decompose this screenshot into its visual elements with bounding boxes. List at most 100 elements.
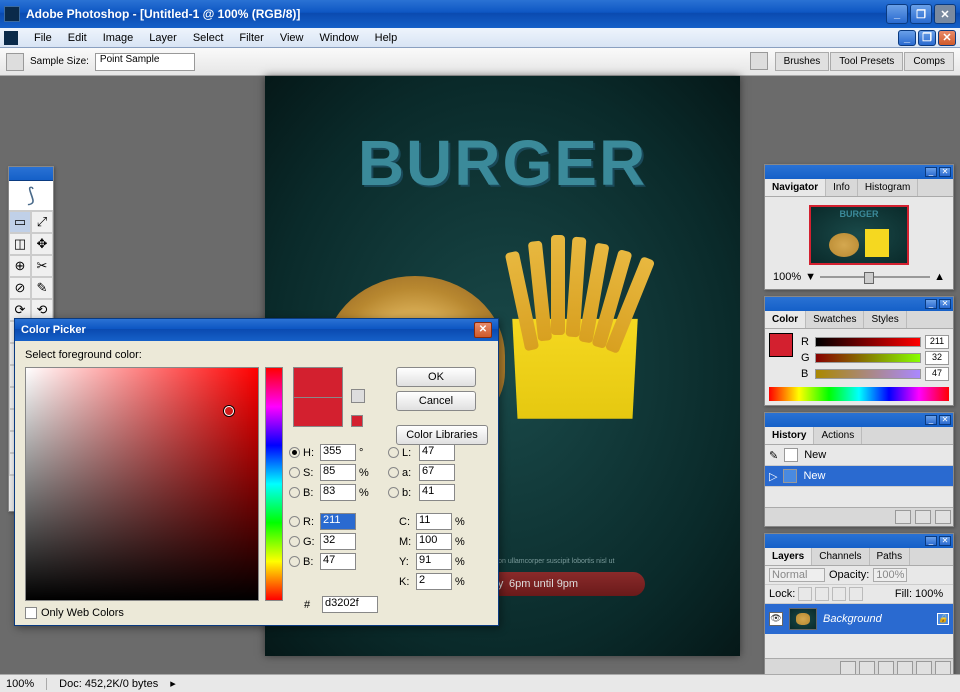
palette-header[interactable]: _✕ — [765, 534, 953, 548]
new-set-button[interactable] — [878, 661, 894, 675]
tool-0[interactable]: ▭ — [9, 211, 31, 233]
eyedropper-icon[interactable] — [6, 53, 24, 71]
blend-mode-dropdown[interactable]: Normal — [769, 568, 825, 582]
l-input[interactable]: 47 — [419, 444, 455, 461]
tab-actions[interactable]: Actions — [814, 427, 862, 444]
color-swatch[interactable] — [769, 333, 793, 357]
k-input[interactable]: 2 — [416, 573, 452, 590]
palette-minimize-button[interactable]: _ — [925, 415, 937, 425]
radio-g[interactable] — [289, 536, 300, 547]
snapshot-row[interactable]: ✎New — [765, 445, 953, 466]
lock-image-button[interactable] — [815, 587, 829, 601]
palette-well-icon[interactable] — [750, 52, 768, 70]
tool-3[interactable]: ✥ — [31, 233, 53, 255]
adjustment-button[interactable] — [897, 661, 913, 675]
visibility-icon[interactable]: 👁 — [769, 612, 783, 626]
hue-slider[interactable] — [265, 367, 283, 601]
dialog-titlebar[interactable]: Color Picker ✕ — [15, 319, 498, 341]
radio-bc[interactable] — [289, 556, 300, 567]
r-input[interactable]: 211 — [320, 513, 356, 530]
tab-info[interactable]: Info — [826, 179, 858, 196]
bv-input[interactable]: 83 — [320, 484, 356, 501]
radio-l[interactable] — [388, 447, 399, 458]
tool-6[interactable]: ⊘ — [9, 277, 31, 299]
warning-icon[interactable] — [351, 389, 365, 403]
g-input[interactable]: 32 — [320, 533, 356, 550]
close-button[interactable]: ✕ — [934, 4, 956, 24]
b-slider[interactable] — [815, 369, 921, 379]
history-state-row[interactable]: ▷New — [765, 466, 953, 487]
c-input[interactable]: 11 — [416, 513, 452, 530]
palette-header[interactable]: _✕ — [765, 413, 953, 427]
cancel-button[interactable]: Cancel — [396, 391, 476, 411]
lock-all-button[interactable] — [849, 587, 863, 601]
radio-bb[interactable] — [388, 487, 399, 498]
b-value[interactable]: 47 — [925, 367, 949, 381]
menu-view[interactable]: View — [272, 30, 312, 46]
fill-value[interactable]: 100% — [915, 588, 949, 600]
toolbox-header[interactable] — [9, 167, 53, 181]
radio-h[interactable] — [289, 447, 300, 458]
tab-layers[interactable]: Layers — [765, 548, 812, 565]
new-color-swatch[interactable] — [293, 367, 343, 397]
menu-select[interactable]: Select — [185, 30, 232, 46]
tab-histogram[interactable]: Histogram — [858, 179, 919, 196]
tab-comps[interactable]: Comps — [904, 52, 954, 71]
palette-close-button[interactable]: ✕ — [939, 167, 951, 177]
hex-input[interactable]: d3202f — [322, 596, 378, 613]
menu-file[interactable]: File — [26, 30, 60, 46]
zoom-slider[interactable] — [820, 276, 930, 278]
minimize-button[interactable]: _ — [886, 4, 908, 24]
palette-close-button[interactable]: ✕ — [939, 536, 951, 546]
palette-header[interactable]: _✕ — [765, 165, 953, 179]
radio-b[interactable] — [289, 487, 300, 498]
menu-edit[interactable]: Edit — [60, 30, 95, 46]
close-icon[interactable]: ✕ — [474, 322, 492, 338]
h-input[interactable]: 355 — [320, 444, 356, 461]
tab-channels[interactable]: Channels — [812, 548, 869, 565]
navigator-thumbnail[interactable] — [809, 205, 909, 265]
status-zoom[interactable]: 100% — [6, 678, 34, 690]
menu-image[interactable]: Image — [95, 30, 142, 46]
layer-row[interactable]: 👁 Background 🔒 — [765, 604, 953, 634]
tab-tool-presets[interactable]: Tool Presets — [830, 52, 903, 71]
menu-filter[interactable]: Filter — [231, 30, 271, 46]
ok-button[interactable]: OK — [396, 367, 476, 387]
bc-input[interactable]: 47 — [320, 553, 356, 570]
menu-window[interactable]: Window — [312, 30, 367, 46]
lock-position-button[interactable] — [832, 587, 846, 601]
new-layer-button[interactable] — [916, 661, 932, 675]
websafe-swatch[interactable] — [351, 415, 363, 427]
palette-minimize-button[interactable]: _ — [925, 299, 937, 309]
s-input[interactable]: 85 — [320, 464, 356, 481]
doc-minimize-button[interactable]: _ — [898, 30, 916, 46]
r-slider[interactable] — [815, 337, 921, 347]
old-color-swatch[interactable] — [293, 397, 343, 427]
tab-color[interactable]: Color — [765, 311, 806, 328]
doc-restore-button[interactable]: ❐ — [918, 30, 936, 46]
palette-close-button[interactable]: ✕ — [939, 299, 951, 309]
tool-5[interactable]: ✂ — [31, 255, 53, 277]
maximize-button[interactable]: ❐ — [910, 4, 932, 24]
palette-minimize-button[interactable]: _ — [925, 167, 937, 177]
palette-header[interactable]: _✕ — [765, 297, 953, 311]
new-snapshot-button[interactable] — [915, 510, 931, 524]
g-value[interactable]: 32 — [925, 351, 949, 365]
lock-transparent-button[interactable] — [798, 587, 812, 601]
tool-7[interactable]: ✎ — [31, 277, 53, 299]
status-arrow-icon[interactable]: ▸ — [170, 677, 176, 690]
tool-2[interactable]: ◫ — [9, 233, 31, 255]
radio-s[interactable] — [289, 467, 300, 478]
opacity-value[interactable]: 100% — [873, 568, 907, 582]
y-input[interactable]: 91 — [416, 553, 452, 570]
zoom-in-icon[interactable]: ▲ — [934, 271, 945, 283]
palette-close-button[interactable]: ✕ — [939, 415, 951, 425]
zoom-out-icon[interactable]: ▼ — [805, 271, 816, 283]
menu-layer[interactable]: Layer — [141, 30, 185, 46]
tab-navigator[interactable]: Navigator — [765, 179, 826, 196]
spectrum-ramp[interactable] — [769, 387, 949, 401]
a-input[interactable]: 67 — [419, 464, 455, 481]
g-slider[interactable] — [815, 353, 921, 363]
tab-brushes[interactable]: Brushes — [775, 52, 830, 71]
layer-style-button[interactable] — [840, 661, 856, 675]
